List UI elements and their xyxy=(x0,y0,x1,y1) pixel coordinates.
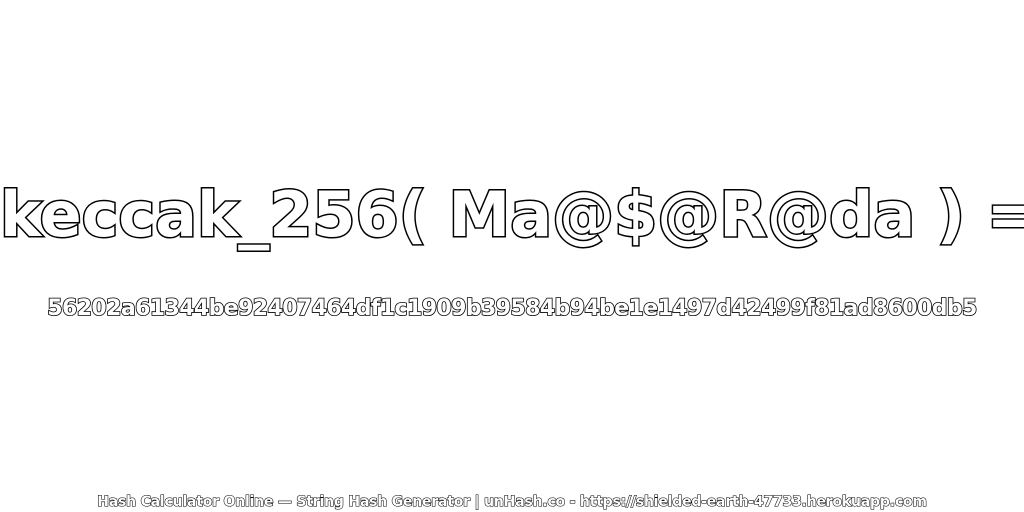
hash-value: 56202a61344be92407464df1c1909b39584b94be… xyxy=(46,295,978,322)
footer-credit: Hash Calculator Online — String Hash Gen… xyxy=(97,493,928,510)
image-canvas: keccak_256( Ma@$@R@da ) = 56202a61344be9… xyxy=(0,0,1024,512)
hash-function-expression: keccak_256( Ma@$@R@da ) = xyxy=(0,177,1024,253)
